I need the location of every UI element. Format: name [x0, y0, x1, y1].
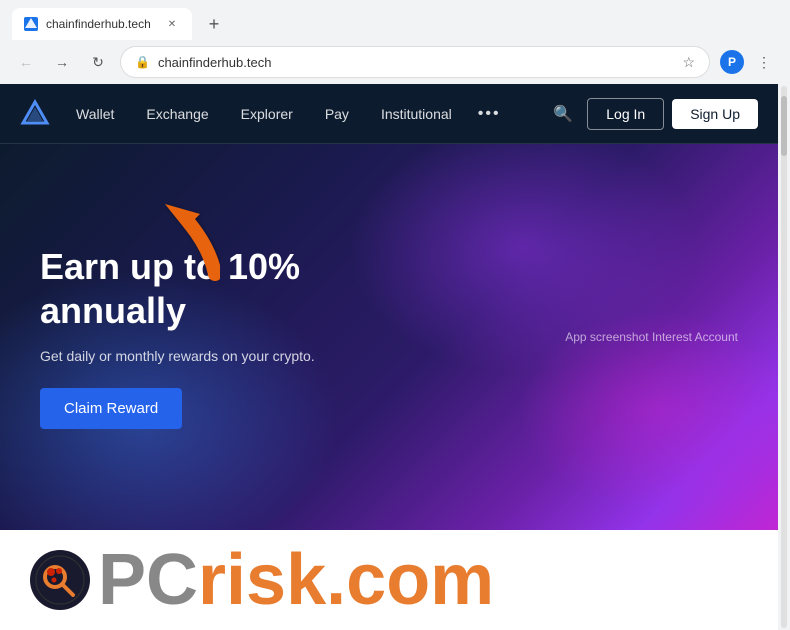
hero-app-screenshot: App screenshot Interest Account — [565, 328, 738, 346]
site-nav: Wallet Exchange Explorer Pay Institution… — [62, 97, 547, 131]
more-options-icon[interactable]: ⋮ — [750, 48, 778, 76]
toolbar-actions: P ⋮ — [718, 48, 778, 76]
nav-explorer[interactable]: Explorer — [227, 98, 307, 130]
tab-close-button[interactable]: ✕ — [164, 16, 180, 32]
nav-more-dots[interactable]: ••• — [470, 97, 509, 131]
bookmark-star-icon[interactable]: ☆ — [682, 54, 695, 71]
pc-text: PC — [98, 544, 198, 616]
risk-text: risk — [198, 544, 326, 616]
browser-toolbar: ← → ↻ 🔒 chainfinderhub.tech ☆ P ⋮ — [0, 40, 790, 84]
website: Wallet Exchange Explorer Pay Institution… — [0, 84, 778, 630]
scrollbar-track — [781, 86, 787, 628]
profile-icon[interactable]: P — [718, 48, 746, 76]
watermark-bar: PC risk .com — [0, 530, 778, 630]
tab-title: chainfinderhub.tech — [46, 17, 156, 31]
pcrisk-text: PC risk .com — [98, 544, 494, 616]
lock-icon: 🔒 — [135, 55, 150, 69]
tab-favicon-icon — [24, 17, 38, 31]
claim-reward-button[interactable]: Claim Reward — [40, 388, 182, 429]
site-header: Wallet Exchange Explorer Pay Institution… — [0, 84, 778, 144]
search-icon[interactable]: 🔍 — [547, 98, 579, 130]
app-screenshot-label: App screenshot Interest Account — [565, 330, 738, 344]
browser-tab[interactable]: chainfinderhub.tech ✕ — [12, 8, 192, 40]
forward-button[interactable]: → — [48, 48, 76, 76]
address-text: chainfinderhub.tech — [158, 55, 674, 70]
login-button[interactable]: Log In — [587, 98, 664, 130]
browser-content: Wallet Exchange Explorer Pay Institution… — [0, 84, 778, 630]
site-logo[interactable] — [20, 99, 50, 129]
new-tab-button[interactable]: + — [200, 10, 228, 38]
pcrisk-logo: PC risk .com — [30, 544, 494, 616]
profile-avatar: P — [720, 50, 744, 74]
browser-window: chainfinderhub.tech ✕ + ← → ↻ 🔒 chainfin… — [0, 0, 790, 630]
nav-pay[interactable]: Pay — [311, 98, 363, 130]
hero-content: Earn up to 10% annually Get daily or mon… — [0, 205, 428, 468]
reload-button[interactable]: ↻ — [84, 48, 112, 76]
hero-title: Earn up to 10% annually — [40, 245, 388, 331]
browser-scrollbar[interactable] — [778, 84, 790, 630]
site-hero: Earn up to 10% annually Get daily or mon… — [0, 144, 778, 530]
browser-content-wrapper: Wallet Exchange Explorer Pay Institution… — [0, 84, 790, 630]
address-bar[interactable]: 🔒 chainfinderhub.tech ☆ — [120, 46, 710, 78]
pcrisk-icon — [30, 550, 90, 610]
com-text: .com — [326, 544, 494, 616]
scrollbar-thumb[interactable] — [781, 96, 787, 156]
browser-titlebar: chainfinderhub.tech ✕ + — [0, 0, 790, 40]
nav-wallet[interactable]: Wallet — [62, 98, 128, 130]
hero-subtitle: Get daily or monthly rewards on your cry… — [40, 348, 388, 364]
nav-institutional[interactable]: Institutional — [367, 98, 466, 130]
signup-button[interactable]: Sign Up — [672, 99, 758, 129]
nav-exchange[interactable]: Exchange — [132, 98, 222, 130]
back-button[interactable]: ← — [12, 48, 40, 76]
